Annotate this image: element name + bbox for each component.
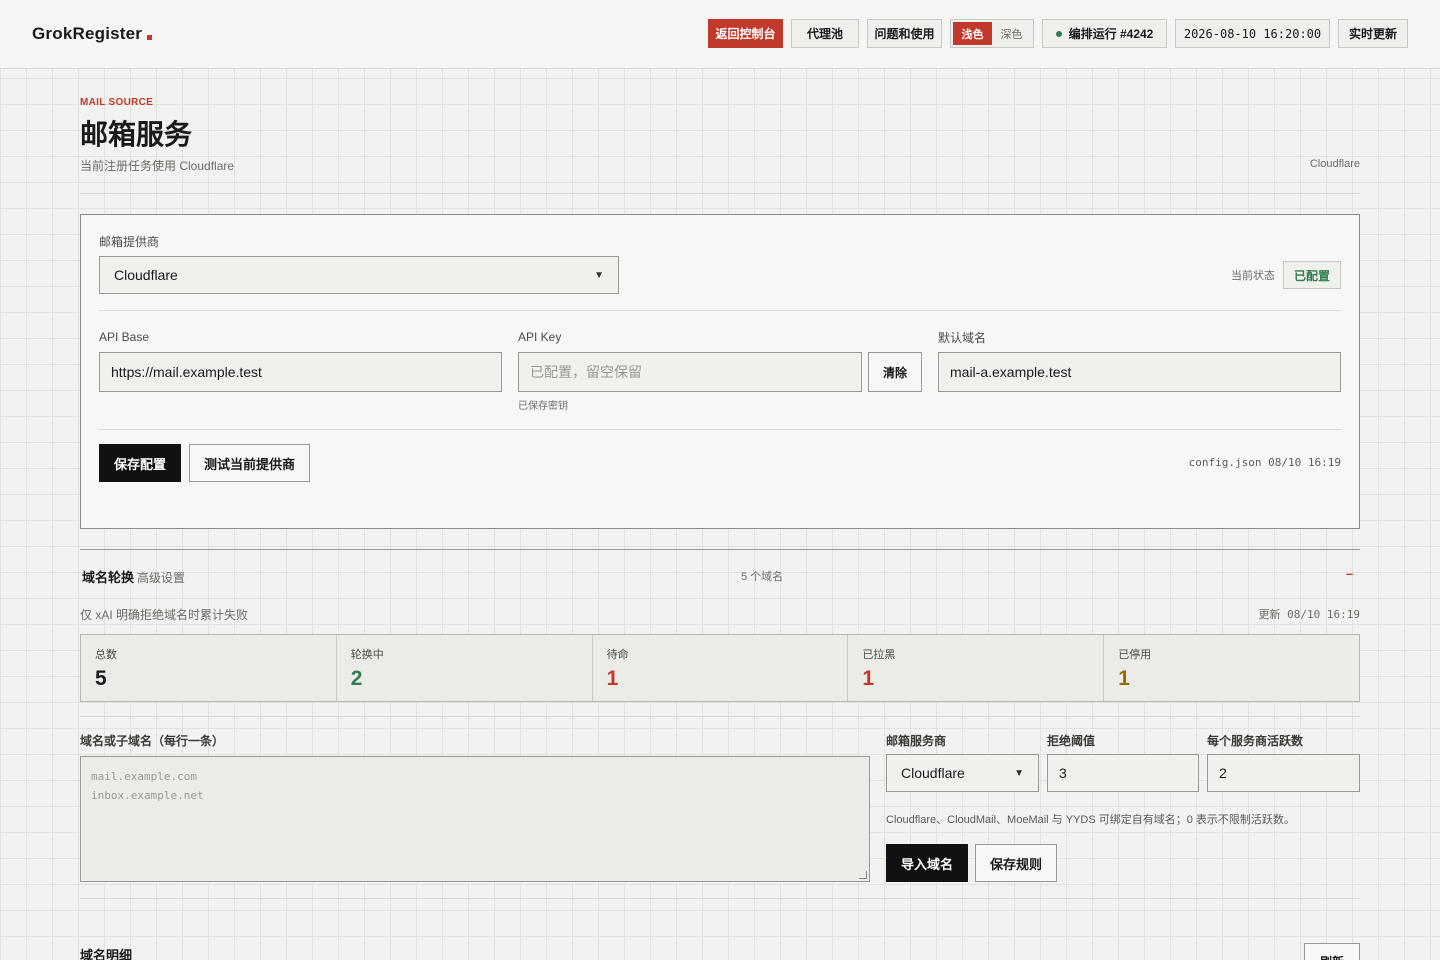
chevron-down-icon: ▼	[594, 269, 604, 281]
details-title: 域名明细	[80, 948, 133, 960]
page-subtitle: 当前注册任务使用 Cloudflare	[80, 159, 235, 173]
section-eyebrow: MAIL SOURCE	[80, 97, 154, 108]
divider	[80, 898, 1360, 899]
section-divider	[80, 549, 1360, 550]
current-provider-label: Cloudflare	[1309, 158, 1360, 170]
theme-toggle[interactable]: 浅色 深色	[950, 19, 1034, 48]
mail-provider-label: 邮箱服务商	[886, 734, 947, 748]
provider-label: 邮箱提供商	[99, 235, 160, 249]
rotation-subtitle: 高级设置	[137, 571, 186, 585]
card-divider	[99, 310, 1342, 311]
rotation-title: 域名轮换	[82, 570, 135, 585]
domains-placeholder-line: mail.example.com	[91, 770, 197, 783]
realtime-refresh-button[interactable]: 实时更新	[1338, 19, 1408, 48]
stat-rotating: 轮换中 2	[337, 635, 593, 701]
stat-value: 1	[606, 667, 619, 690]
clear-key-button[interactable]: 清除	[868, 352, 922, 392]
default-domain-label: 默认域名	[938, 331, 987, 345]
resize-grip-icon[interactable]	[859, 871, 867, 879]
provider-select[interactable]: Cloudflare ▼	[99, 256, 619, 294]
stat-label: 总数	[95, 649, 117, 661]
api-key-input[interactable]: 已配置，留空保留	[518, 352, 862, 392]
rotation-description: 仅 xAI 明确拒绝域名时累计失败	[80, 608, 249, 622]
faq-usage-button[interactable]: 问题和使用	[867, 19, 942, 48]
stat-label: 已拉黑	[862, 649, 896, 661]
api-base-label: API Base	[99, 330, 150, 344]
brand-dot-icon	[147, 35, 153, 40]
stat-value: 1	[862, 667, 875, 690]
theme-dark-option[interactable]: 深色	[992, 22, 1031, 45]
rotation-section-title: 域名轮换 高级设置	[82, 567, 185, 586]
brand-name: GrokRegister	[32, 24, 143, 43]
domains-textarea[interactable]: mail.example.com inbox.example.net	[80, 756, 870, 882]
api-base-input[interactable]: https://mail.example.test	[99, 352, 502, 392]
status-badge: 已配置	[1283, 261, 1341, 289]
collapse-icon[interactable]: –	[1346, 566, 1353, 581]
provider-config-card: 邮箱提供商 Cloudflare ▼ 当前状态 已配置 API Base htt…	[80, 214, 1360, 529]
save-config-button[interactable]: 保存配置	[99, 444, 181, 482]
divider	[80, 193, 1360, 194]
stat-disabled: 已停用 1	[1104, 635, 1359, 701]
stat-label: 轮换中	[350, 649, 384, 661]
test-provider-button[interactable]: 测试当前提供商	[189, 444, 310, 482]
stat-value: 1	[1118, 667, 1130, 690]
stat-value: 5	[95, 667, 107, 690]
default-domain-input[interactable]: mail-a.example.test	[938, 352, 1341, 392]
divider	[80, 716, 1360, 717]
reject-threshold-input[interactable]: 3	[1047, 754, 1199, 792]
mail-provider-value: Cloudflare	[901, 765, 965, 781]
rotation-updated: 更新 08/10 16:19	[1258, 608, 1360, 621]
domain-stats: 总数 5 轮换中 2 待命 1 已拉黑 1 已停用 1	[80, 634, 1360, 702]
brand-logo[interactable]: GrokRegister	[32, 24, 153, 44]
domains-label: 域名或子域名（每行一条）	[80, 734, 225, 748]
mail-provider-select[interactable]: Cloudflare ▼	[886, 754, 1039, 792]
active-per-provider-label: 每个服务商活跃数	[1207, 734, 1304, 748]
api-key-hint: 已保存密钥	[518, 401, 568, 412]
stat-label: 已停用	[1118, 649, 1152, 661]
save-rules-button[interactable]: 保存规则	[975, 844, 1057, 882]
chevron-down-icon: ▼	[1014, 767, 1024, 779]
import-domains-button[interactable]: 导入域名	[886, 844, 968, 882]
run-status-badge: 编排运行 #4242	[1042, 19, 1167, 48]
domain-count: 5 个域名	[741, 571, 784, 583]
stat-standby: 待命 1	[593, 635, 849, 701]
active-per-provider-input[interactable]: 2	[1207, 754, 1360, 792]
top-bar: GrokRegister 返回控制台 代理池 问题和使用 浅色 深色 编排运行 …	[0, 0, 1440, 69]
refresh-button[interactable]: 刷新	[1304, 943, 1360, 960]
status-dot-icon	[1055, 30, 1062, 37]
card-divider	[99, 429, 1342, 430]
page-title: 邮箱服务	[80, 119, 193, 150]
stat-total: 总数 5	[81, 635, 337, 701]
provider-select-value: Cloudflare	[114, 267, 178, 283]
config-meta: config.json 08/10 16:19	[1188, 456, 1341, 469]
theme-light-option[interactable]: 浅色	[953, 22, 992, 45]
stat-label: 待命	[606, 649, 629, 661]
run-status-text: 编排运行 #4242	[1068, 27, 1154, 41]
proxy-pool-button[interactable]: 代理池	[791, 19, 859, 48]
domains-placeholder-line: inbox.example.net	[91, 789, 204, 802]
back-console-button[interactable]: 返回控制台	[708, 19, 783, 48]
api-key-label: API Key	[518, 330, 562, 344]
stat-value: 2	[350, 667, 363, 690]
stat-blacklisted: 已拉黑 1	[848, 635, 1105, 701]
rotation-note: Cloudflare、CloudMail、MoeMail 与 YYDS 可绑定自…	[886, 814, 1295, 826]
datetime-display: 2026-08-10 16:20:00	[1175, 19, 1330, 48]
reject-threshold-label: 拒绝阈值	[1047, 734, 1096, 748]
status-label: 当前状态	[1231, 270, 1275, 282]
